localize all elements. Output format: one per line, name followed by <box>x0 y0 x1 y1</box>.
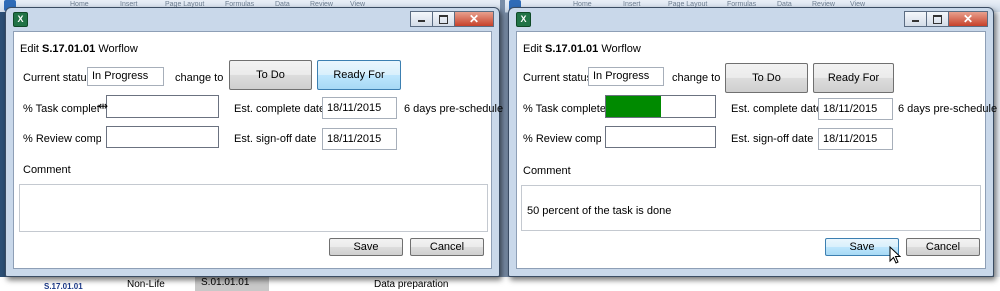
comment-textarea[interactable] <box>19 184 488 232</box>
title-suffix: Worflow <box>601 43 641 55</box>
to-do-button[interactable]: To Do <box>229 60 312 90</box>
cancel-button[interactable]: Cancel <box>906 238 980 256</box>
comment-textarea[interactable]: 50 percent of the task is done <box>521 185 981 231</box>
est-complete-date-label: Est. complete date <box>234 103 326 115</box>
dialog-client-area: Edit S.17.01.01 Worflow Current status I… <box>13 31 503 269</box>
minimize-icon[interactable] <box>410 11 432 27</box>
sheet-cell-desc[interactable]: Non-Life <box>127 279 165 290</box>
sheet-cell-code-2[interactable]: S.01.01.01 <box>195 277 269 291</box>
close-icon[interactable]: ✕ <box>454 11 494 27</box>
ready-for-review-button[interactable]: Ready For Review <box>813 63 894 112</box>
current-status-field[interactable]: In Progress <box>588 67 664 86</box>
title-suffix: Worflow <box>98 43 138 55</box>
est-signoff-date-field[interactable]: 18/11/2015 <box>322 128 397 150</box>
current-status-field[interactable]: In Progress <box>87 67 164 86</box>
edit-workflow-dialog-left: X ✕ Edit S.17.01.01 Worflow Current stat… <box>5 7 503 277</box>
review-complete-progress[interactable] <box>605 126 716 148</box>
current-status-label: Current status <box>23 72 93 84</box>
comment-label: Comment <box>523 165 571 177</box>
sheet-cell-code[interactable]: S.17.01.01 <box>44 282 83 291</box>
dialog-title: Edit S.17.01.01 Worflow <box>20 43 138 55</box>
est-complete-date-field[interactable]: 18/11/2015 <box>818 98 893 120</box>
background-window-edge-right <box>994 12 1000 291</box>
est-signoff-date-field[interactable]: 18/11/2015 <box>818 128 893 150</box>
title-code: S.17.01.01 <box>42 43 96 55</box>
task-complete-label: % Task complete <box>523 103 606 115</box>
sheet-cell-desc-2[interactable]: Data preparation <box>374 279 449 290</box>
est-complete-date-field[interactable]: 18/11/2015 <box>322 97 397 119</box>
task-complete-progress[interactable] <box>605 95 716 118</box>
task-progress-fill <box>606 96 661 117</box>
review-complete-label: % Review complete <box>523 133 601 145</box>
change-to-label: change to <box>672 72 721 84</box>
maximize-icon[interactable] <box>432 11 454 27</box>
window-controls: ✕ <box>904 11 988 27</box>
excel-icon: X <box>13 12 28 27</box>
minimize-icon[interactable] <box>904 11 926 27</box>
resize-cursor-icon: ⇹ <box>98 99 109 113</box>
task-complete-label: % Task complete <box>23 103 99 115</box>
save-button[interactable]: Save <box>825 238 899 256</box>
title-prefix: Edit <box>523 43 542 55</box>
title-prefix: Edit <box>20 43 39 55</box>
schedule-note: 6 days pre-schedule <box>404 103 504 115</box>
excel-icon: X <box>516 12 531 27</box>
save-button[interactable]: Save <box>329 238 403 256</box>
current-status-label: Current status <box>523 72 593 84</box>
review-complete-progress[interactable] <box>106 126 219 148</box>
close-icon[interactable]: ✕ <box>948 11 988 27</box>
to-do-button[interactable]: To Do <box>725 63 808 93</box>
review-complete-label: % Review complete <box>23 133 101 145</box>
est-complete-date-label: Est. complete date <box>731 103 823 115</box>
change-to-label: change to <box>175 72 224 84</box>
edit-workflow-dialog-right: X ✕ Edit S.17.01.01 Worflow Current stat… <box>508 7 997 277</box>
cancel-button[interactable]: Cancel <box>410 238 484 256</box>
maximize-icon[interactable] <box>926 11 948 27</box>
dialog-titlebar[interactable]: X ✕ <box>509 8 993 30</box>
ready-for-review-button[interactable]: Ready For Review <box>317 60 401 109</box>
comment-label: Comment <box>23 164 71 176</box>
mouse-pointer-icon <box>889 246 901 264</box>
window-controls: ✕ <box>410 11 494 27</box>
est-signoff-date-label: Est. sign-off date <box>234 133 317 145</box>
dialog-title: Edit S.17.01.01 Worflow <box>523 43 641 55</box>
est-signoff-date-label: Est. sign-off date <box>731 133 814 145</box>
title-code: S.17.01.01 <box>545 43 599 55</box>
dialog-client-area: Edit S.17.01.01 Worflow Current status I… <box>516 31 997 269</box>
task-complete-progress[interactable] <box>106 95 219 118</box>
dialog-titlebar[interactable]: X ✕ <box>6 8 499 30</box>
schedule-note: 6 days pre-schedule <box>898 103 998 115</box>
